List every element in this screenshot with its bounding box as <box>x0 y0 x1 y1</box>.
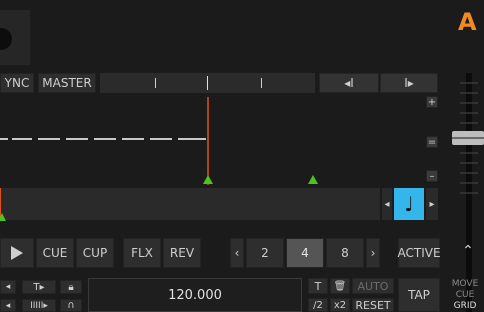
tap-button[interactable]: TAP <box>398 278 440 312</box>
tempo-tap-icon[interactable]: T <box>308 278 328 294</box>
shift-grid-button[interactable]: T▸ <box>22 280 56 294</box>
master-button[interactable]: MASTER <box>38 73 96 93</box>
beatjump-forward-button[interactable]: I▸ <box>380 73 438 93</box>
phase-tick-center <box>207 76 208 90</box>
cup-button[interactable]: CUP <box>76 238 114 268</box>
beat-marker-2 <box>308 175 318 184</box>
grid-prev-button[interactable]: ◂ <box>382 188 392 220</box>
trash-icon[interactable]: 🗑︎ <box>330 278 350 294</box>
phase-tick-right <box>261 78 262 88</box>
overview-cue-marker <box>0 213 6 221</box>
half-tempo-button[interactable]: /2 <box>308 298 328 312</box>
zoom-in-button[interactable]: + <box>426 96 438 108</box>
pitch-fader-track[interactable] <box>452 73 484 312</box>
headphone-icon[interactable]: ∩ <box>60 299 82 312</box>
lock-icon[interactable]: 🔒︎ <box>60 280 82 294</box>
beatjump-back-button[interactable]: ◂I <box>319 73 379 93</box>
grid-note-button[interactable]: ♩ <box>394 188 424 220</box>
phase-meter <box>100 73 315 93</box>
sync-button[interactable]: YNC <box>0 73 34 93</box>
beatgrid-button[interactable]: IIIII▸ <box>22 299 56 312</box>
move-label: MOVE <box>451 279 479 289</box>
cover-art-area <box>0 10 30 65</box>
loop-size-4[interactable]: 4 <box>286 238 324 268</box>
cue-label: CUE <box>455 290 475 300</box>
zoom-out-button[interactable]: – <box>426 170 438 182</box>
loop-prev-button[interactable]: ‹ <box>230 238 244 268</box>
jog-left-button-2[interactable]: ◂ <box>0 299 16 312</box>
track-overview[interactable] <box>0 188 380 221</box>
play-button[interactable] <box>0 238 34 268</box>
jog-left-button[interactable]: ◂ <box>0 280 16 294</box>
grid-next-button[interactable]: ▸ <box>426 188 438 220</box>
auto-button[interactable]: AUTO <box>352 278 394 294</box>
loop-size-2[interactable]: 2 <box>246 238 284 268</box>
pitch-fader-svg <box>452 73 484 312</box>
loop-active-button[interactable]: ACTIVE <box>397 238 441 268</box>
flux-button[interactable]: FLX <box>123 238 161 268</box>
reverse-button[interactable]: REV <box>163 238 201 268</box>
reset-button[interactable]: RESET <box>352 298 394 312</box>
cover-circle <box>0 28 12 50</box>
expand-button[interactable]: ⌃ <box>458 243 478 263</box>
play-icon <box>11 246 23 260</box>
waveform-view[interactable] <box>0 97 420 185</box>
double-tempo-button[interactable]: x2 <box>330 298 350 312</box>
loop-size-8[interactable]: 8 <box>326 238 364 268</box>
beat-marker-1 <box>203 175 213 184</box>
bpm-display[interactable]: 120.000 <box>88 278 302 312</box>
move-cue-grid-label: MOVE CUE GRID <box>446 279 484 312</box>
waveform-svg <box>0 97 318 185</box>
zoom-reset-button[interactable]: = <box>426 136 438 148</box>
deck-letter: A <box>458 8 477 36</box>
phase-tick-left <box>155 78 156 88</box>
cue-button[interactable]: CUE <box>36 238 74 268</box>
grid-label: GRID <box>453 301 477 311</box>
loop-next-button[interactable]: › <box>366 238 380 268</box>
